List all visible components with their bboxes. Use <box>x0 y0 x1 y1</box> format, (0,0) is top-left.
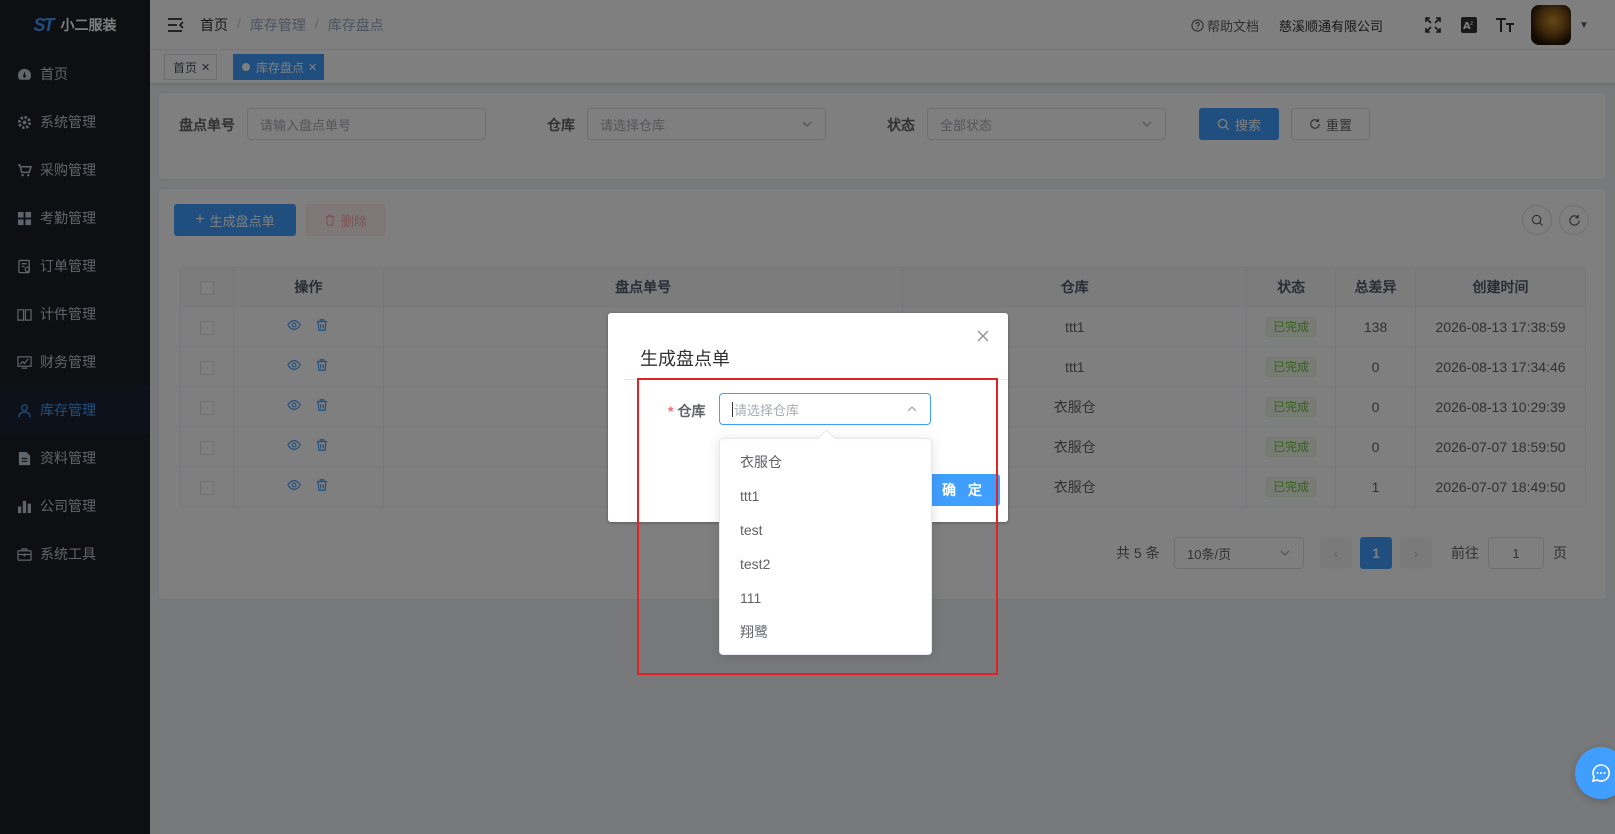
dialog-title: 生成盘点单 <box>640 349 730 369</box>
chat-icon <box>1591 764 1610 783</box>
close-icon[interactable] <box>976 329 990 343</box>
highlight-box <box>637 378 998 675</box>
